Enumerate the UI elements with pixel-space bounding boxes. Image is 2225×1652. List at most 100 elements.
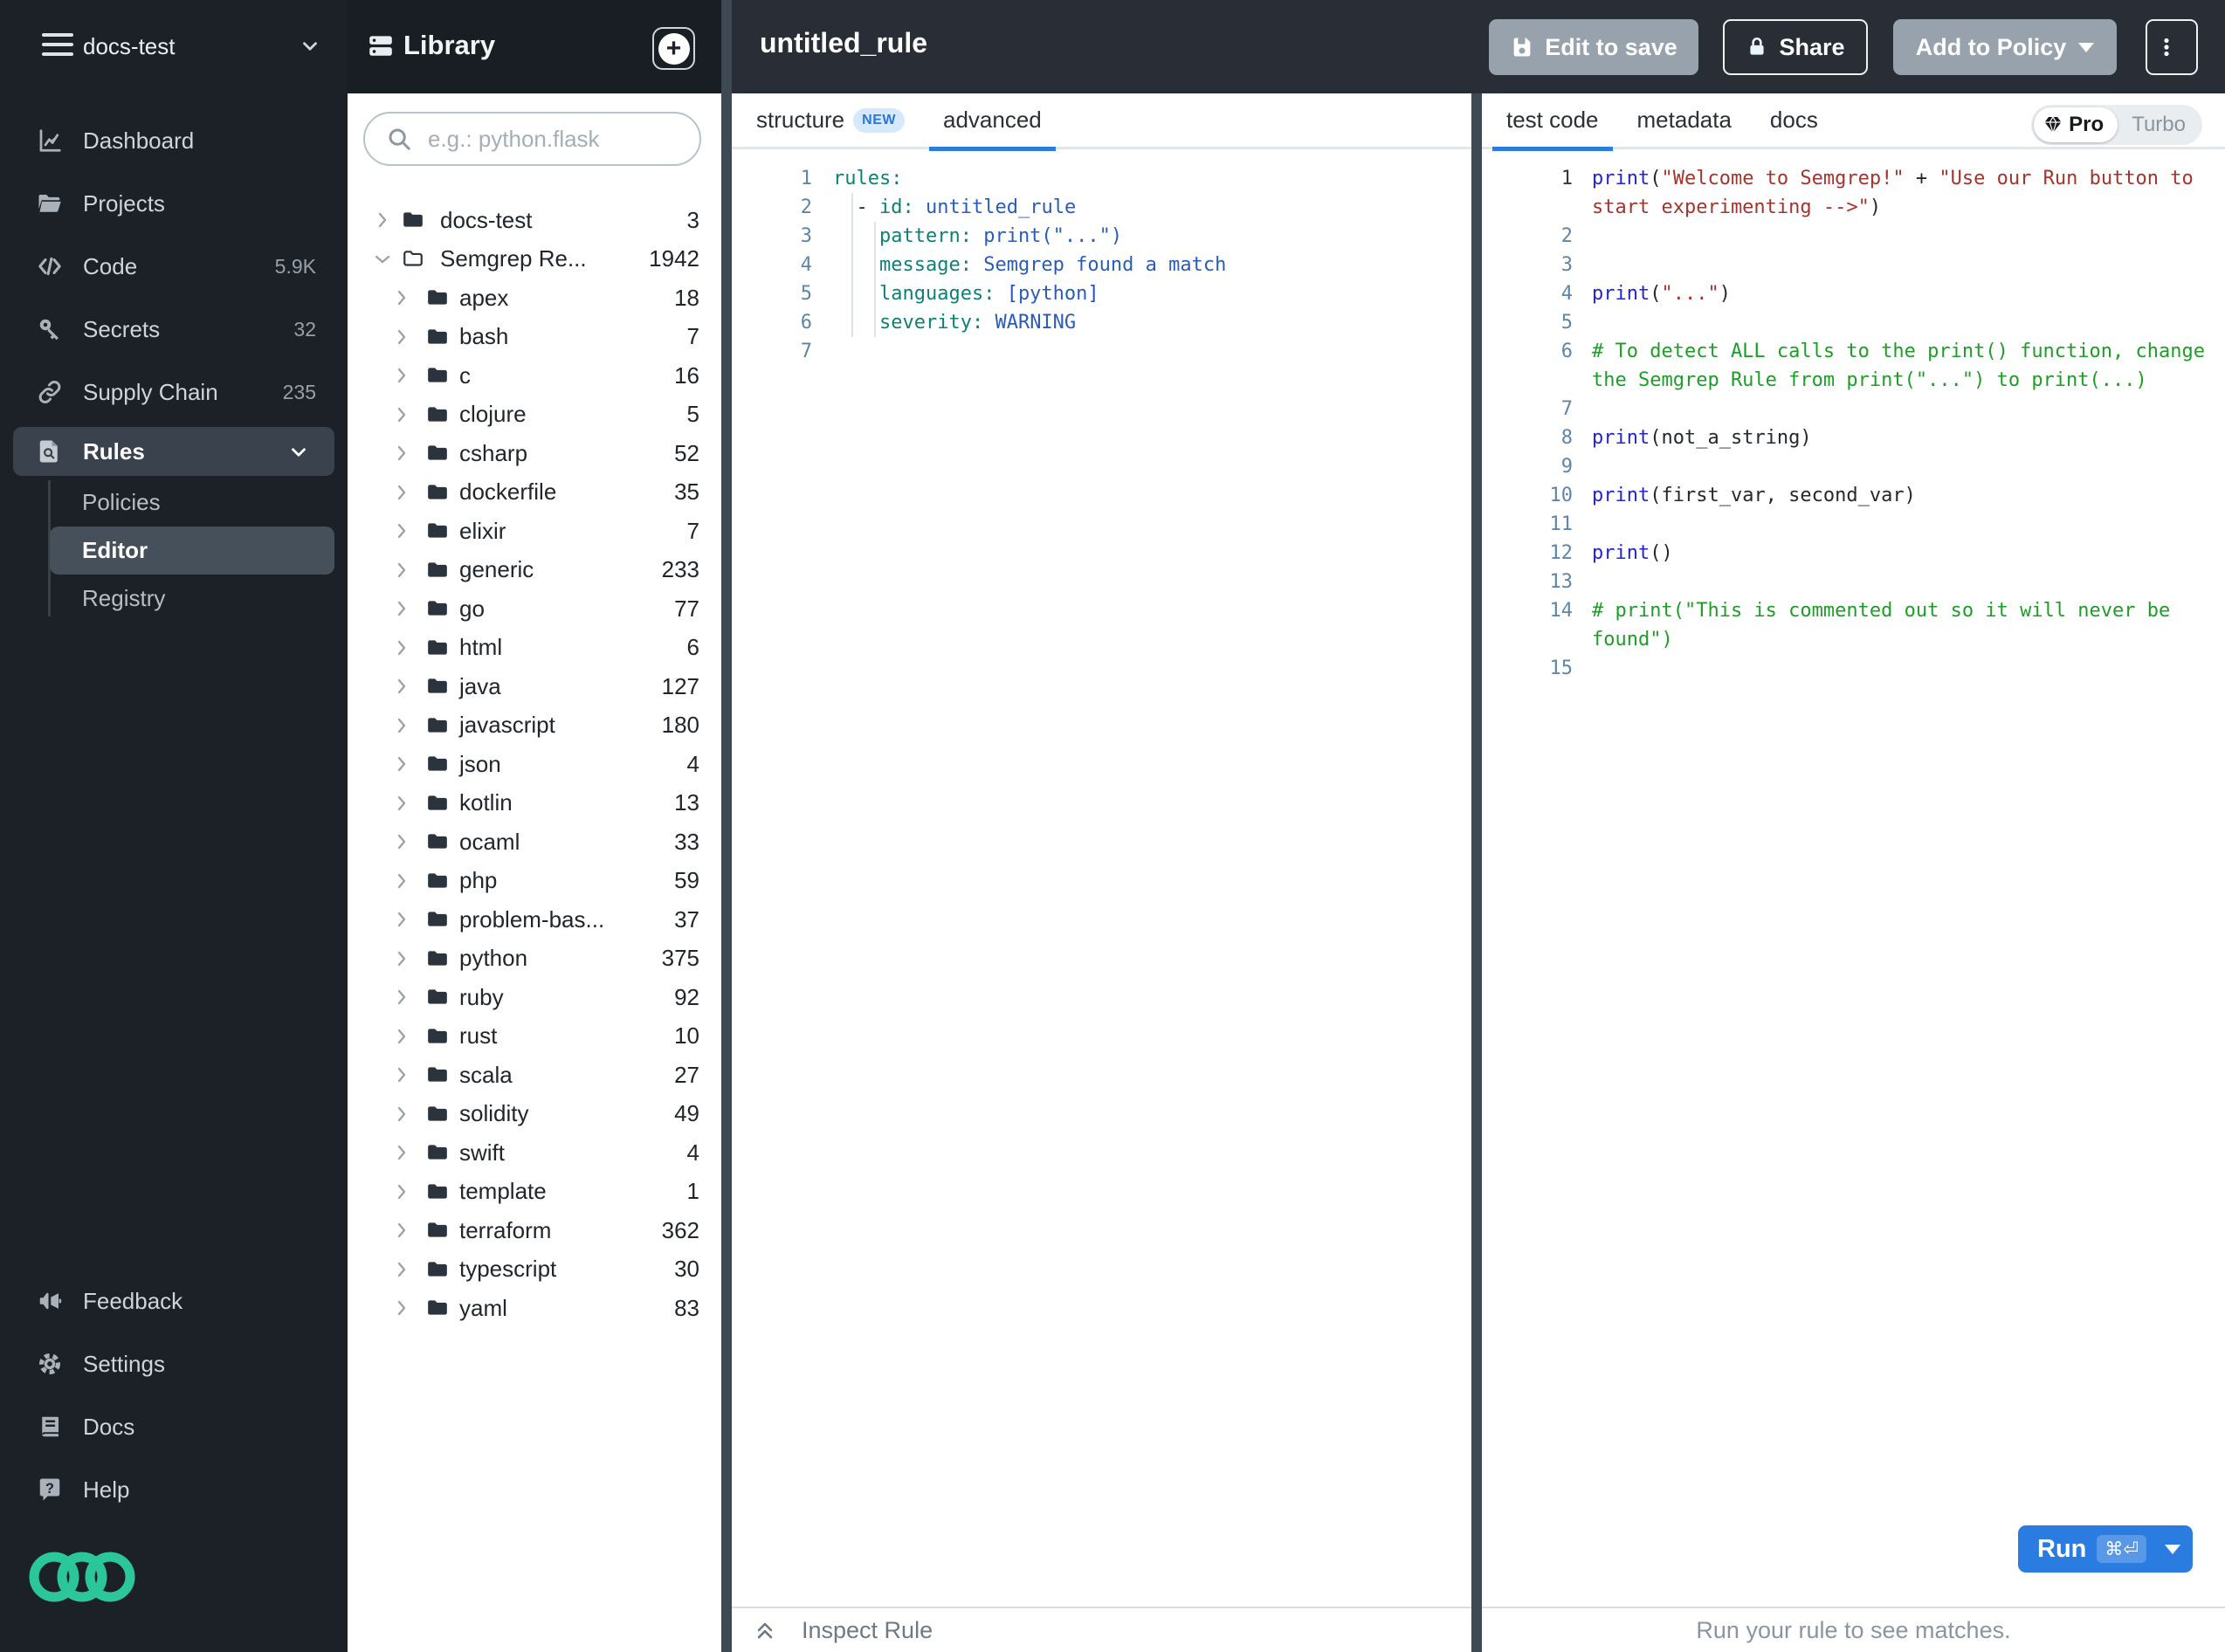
- hamburger-menu-icon[interactable]: [42, 33, 73, 62]
- chevron-right-icon[interactable]: [391, 1026, 412, 1047]
- tree-row-apex[interactable]: apex 18: [348, 279, 721, 318]
- run-button[interactable]: Run ⌘⏎: [2018, 1525, 2193, 1573]
- tree-row-dockerfile[interactable]: dockerfile 35: [348, 473, 721, 513]
- chevron-right-icon[interactable]: [391, 327, 412, 348]
- sidebar-item-feedback[interactable]: Feedback: [0, 1270, 348, 1332]
- tree-row-elixir[interactable]: elixir 7: [348, 512, 721, 551]
- tree-row-scala[interactable]: scala 27: [348, 1056, 721, 1095]
- sidebar-item-code[interactable]: Code 5.9K: [0, 235, 348, 298]
- tree-row-problem-bas[interactable]: problem-bas... 37: [348, 900, 721, 940]
- sidebar-item-help[interactable]: ? Help: [0, 1458, 348, 1521]
- chevron-right-icon[interactable]: [391, 287, 412, 308]
- chevron-right-icon[interactable]: [391, 1142, 412, 1163]
- chevron-right-icon[interactable]: [391, 1220, 412, 1241]
- tree-row-swift[interactable]: swift 4: [348, 1133, 721, 1173]
- chevron-right-icon[interactable]: [391, 598, 412, 619]
- chevron-right-icon[interactable]: [391, 1104, 412, 1125]
- library-search[interactable]: [363, 112, 701, 166]
- tree-row-docs-test[interactable]: docs-test 3: [348, 201, 721, 240]
- sidebar-item-dashboard[interactable]: Dashboard: [0, 109, 348, 172]
- sidebar-item-docs[interactable]: Docs: [0, 1395, 348, 1458]
- tab-docs[interactable]: docs: [1756, 93, 1832, 148]
- chevron-down-icon[interactable]: [372, 249, 393, 270]
- tree-row-python[interactable]: python 375: [348, 940, 721, 979]
- chevron-right-icon[interactable]: [391, 715, 412, 736]
- sidebar-item-supply-chain[interactable]: Supply Chain 235: [0, 361, 348, 423]
- chevron-right-icon[interactable]: [391, 1298, 412, 1318]
- tree-row-php[interactable]: php 59: [348, 862, 721, 901]
- run-options-caret[interactable]: [2165, 1544, 2180, 1554]
- chevron-right-icon[interactable]: [391, 443, 412, 464]
- sidebar-item-policies[interactable]: Policies: [0, 478, 348, 527]
- chevron-right-icon[interactable]: [391, 831, 412, 852]
- tree-row-template[interactable]: template 1: [348, 1173, 721, 1212]
- tree-row-java[interactable]: java 127: [348, 667, 721, 706]
- chevron-right-icon[interactable]: [391, 909, 412, 930]
- chevron-right-icon[interactable]: [391, 1259, 412, 1280]
- inspect-rule-toggle[interactable]: Inspect Rule: [753, 1617, 933, 1644]
- tree-row-rust[interactable]: rust 10: [348, 1017, 721, 1057]
- sidebar-item-projects[interactable]: Projects: [0, 172, 348, 235]
- tree-row-ocaml[interactable]: ocaml 33: [348, 823, 721, 862]
- tree-row-javascript[interactable]: javascript 180: [348, 706, 721, 746]
- new-rule-button[interactable]: +: [652, 27, 695, 70]
- chevron-right-icon[interactable]: [391, 676, 412, 697]
- chevron-right-icon[interactable]: [391, 754, 412, 774]
- share-button[interactable]: Share: [1723, 19, 1868, 75]
- add-to-policy-button[interactable]: Add to Policy: [1893, 19, 2117, 75]
- tree-row-SemgrepRe[interactable]: Semgrep Re... 1942: [348, 240, 721, 279]
- tree-row-kotlin[interactable]: kotlin 13: [348, 784, 721, 823]
- chevron-right-icon[interactable]: [391, 793, 412, 814]
- tree-row-generic[interactable]: generic 233: [348, 551, 721, 590]
- chevron-right-icon[interactable]: [391, 520, 412, 541]
- sidebar-item-rules[interactable]: Rules: [13, 427, 334, 476]
- tab-advanced[interactable]: advanced: [928, 93, 1056, 151]
- tree-item-count: 30: [674, 1256, 699, 1283]
- panel-resize-handle[interactable]: [1471, 93, 1482, 1652]
- chevron-right-icon[interactable]: [391, 871, 412, 891]
- panel-resize-handle[interactable]: [721, 0, 732, 1652]
- edit-to-save-button[interactable]: Edit to save: [1489, 19, 1698, 75]
- tab-structure[interactable]: structure NEW: [742, 93, 919, 148]
- sidebar-item-registry[interactable]: Registry: [0, 575, 348, 623]
- workspace-switcher[interactable]: docs-test: [0, 0, 348, 93]
- tree-row-terraform[interactable]: terraform 362: [348, 1211, 721, 1250]
- tree-item-count: 92: [674, 983, 699, 1010]
- test-code-editor[interactable]: 1 print("Welcome to Semgrep!" + "Use our …: [1482, 152, 2225, 1607]
- chevron-right-icon[interactable]: [391, 365, 412, 386]
- sidebar-item-settings[interactable]: Settings: [0, 1332, 348, 1395]
- tab-metadata[interactable]: metadata: [1623, 93, 1746, 148]
- pro-segment[interactable]: Pro: [2034, 107, 2118, 142]
- chevron-right-icon[interactable]: [391, 987, 412, 1008]
- rule-yaml-editor[interactable]: 1 rules: 2 - id: untitled_rule 3 pattern: p…: [732, 152, 1471, 1607]
- sidebar-item-secrets[interactable]: Secrets 32: [0, 298, 348, 361]
- tree-row-c[interactable]: c 16: [348, 356, 721, 396]
- chevron-right-icon[interactable]: [391, 560, 412, 581]
- sidebar-item-editor[interactable]: Editor: [50, 527, 334, 575]
- tree-row-bash[interactable]: bash 7: [348, 318, 721, 357]
- more-options-button[interactable]: [2146, 19, 2198, 75]
- tree-row-yaml[interactable]: yaml 83: [348, 1289, 721, 1328]
- chevron-right-icon[interactable]: [391, 482, 412, 503]
- chevron-right-icon[interactable]: [391, 948, 412, 969]
- new-badge: NEW: [853, 107, 905, 133]
- tree-row-solidity[interactable]: solidity 49: [348, 1095, 721, 1134]
- chevron-right-icon[interactable]: [391, 404, 412, 425]
- tree-row-typescript[interactable]: typescript 30: [348, 1250, 721, 1290]
- tree-row-json[interactable]: json 4: [348, 745, 721, 784]
- turbo-segment[interactable]: Turbo: [2118, 113, 2200, 137]
- tree-row-ruby[interactable]: ruby 92: [348, 978, 721, 1017]
- chevron-right-icon[interactable]: [391, 637, 412, 658]
- chevron-right-icon[interactable]: [391, 1064, 412, 1085]
- workspace-name[interactable]: docs-test: [83, 33, 176, 60]
- tree-row-go[interactable]: go 77: [348, 589, 721, 629]
- chevron-right-icon[interactable]: [391, 1181, 412, 1202]
- pro-turbo-toggle[interactable]: Pro Turbo: [2031, 105, 2202, 145]
- tree-row-csharp[interactable]: csharp 52: [348, 434, 721, 473]
- library-search-input[interactable]: [428, 125, 672, 153]
- tree-row-html[interactable]: html 6: [348, 629, 721, 668]
- folder-icon: [426, 1219, 449, 1242]
- tree-row-clojure[interactable]: clojure 5: [348, 396, 721, 435]
- chevron-right-icon[interactable]: [372, 210, 393, 231]
- tab-test-code[interactable]: test code: [1492, 93, 1613, 151]
